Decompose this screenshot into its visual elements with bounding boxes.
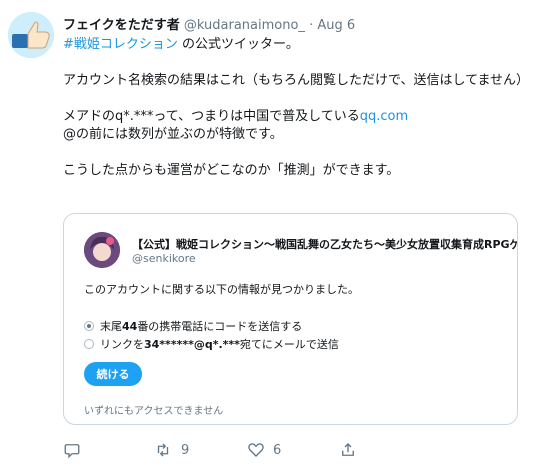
qq-link[interactable]: qq.com	[360, 109, 408, 124]
para3-line2: @の前には数列が並ぶのが特徴です。	[63, 127, 283, 142]
share-action[interactable]	[339, 441, 357, 459]
tweet-para3: メアドのq*.***って、つまりは中国で普及しているqq.com @の前には数列が…	[63, 108, 533, 144]
no-access-link[interactable]: いずれにもアクセスできません	[84, 402, 223, 417]
option1-number: 44	[122, 320, 138, 333]
para3-prefix: メアドのq*.***って、つまりは中国で普及している	[63, 109, 360, 124]
retweet-count: 9	[181, 442, 190, 458]
line1-text: の公式ツイッター。	[177, 37, 299, 52]
retweet-icon	[157, 443, 169, 457]
thumbs-up-avatar-image	[8, 12, 54, 58]
reply-icon	[64, 444, 80, 459]
continue-button[interactable]: 続ける	[84, 362, 142, 386]
tweet-date[interactable]: Aug 6	[317, 18, 355, 33]
option-email[interactable]: リンクを34******@q*.***宛てにメールで送信	[84, 336, 339, 352]
tweet: フェイクをただす者 @kudaranaimono_ · Aug 6 #戦姫コレク…	[0, 0, 550, 469]
tweet-para2: アカウント名検索の結果はこれ（もちろん閲覧しただけで、送信はしてません）	[63, 73, 530, 88]
card-account-title: 【公式】戦姫コレクション〜戦国乱舞の乙女たち〜美少女放置収集育成RPGゲーム	[132, 238, 518, 251]
option-email-label: リンクを34******@q*.***宛てにメールで送信	[100, 336, 339, 352]
separator-dot: ·	[309, 18, 314, 33]
user-handle[interactable]: @kudaranaimono_	[184, 18, 305, 33]
radio-sms[interactable]	[84, 321, 94, 331]
option2-suffix: 宛てにメールで送信	[239, 338, 339, 351]
heart-icon	[248, 443, 264, 457]
anime-girl-avatar-image	[84, 232, 120, 268]
card-account-handle: @senkikore	[132, 252, 196, 265]
radio-email[interactable]	[84, 339, 94, 349]
hashtag-link[interactable]: #戦姫コレクション	[63, 37, 178, 52]
option1-suffix: 番の携帯電話にコードを送信する	[137, 320, 303, 333]
reply-action[interactable]	[63, 441, 81, 459]
user-avatar[interactable]	[8, 12, 54, 58]
option1-prefix: 末尾	[100, 320, 122, 333]
tweet-header: フェイクをただす者 @kudaranaimono_ · Aug 6	[63, 14, 355, 33]
embedded-screenshot-card[interactable]: 【公式】戦姫コレクション〜戦国乱舞の乙女たち〜美少女放置収集育成RPGゲーム @…	[63, 213, 518, 425]
share-icon	[342, 443, 354, 456]
option-sms-label: 末尾44番の携帯電話にコードを送信する	[100, 318, 302, 334]
like-count: 6	[273, 442, 282, 458]
display-name[interactable]: フェイクをただす者	[63, 18, 180, 33]
retweet-action[interactable]: 9	[153, 441, 189, 459]
option2-prefix: リンクを	[100, 338, 144, 351]
card-info-text: このアカウントに関する以下の情報が見つかりました。	[84, 283, 359, 296]
option2-mail: 34******@q*.***	[144, 338, 240, 351]
like-action[interactable]: 6	[247, 441, 281, 459]
tweet-body: #戦姫コレクション の公式ツイッター。 アカウント名検索の結果はこれ（もちろん閲…	[63, 36, 533, 198]
card-account-avatar	[84, 232, 120, 268]
tweet-line1: #戦姫コレクション の公式ツイッター。	[63, 36, 533, 54]
tweet-actions: 9 6	[63, 441, 523, 463]
tweet-para4: こうした点からも運営がどこなのか「推測」ができます。	[63, 163, 400, 178]
option-sms[interactable]: 末尾44番の携帯電話にコードを送信する	[84, 318, 302, 334]
